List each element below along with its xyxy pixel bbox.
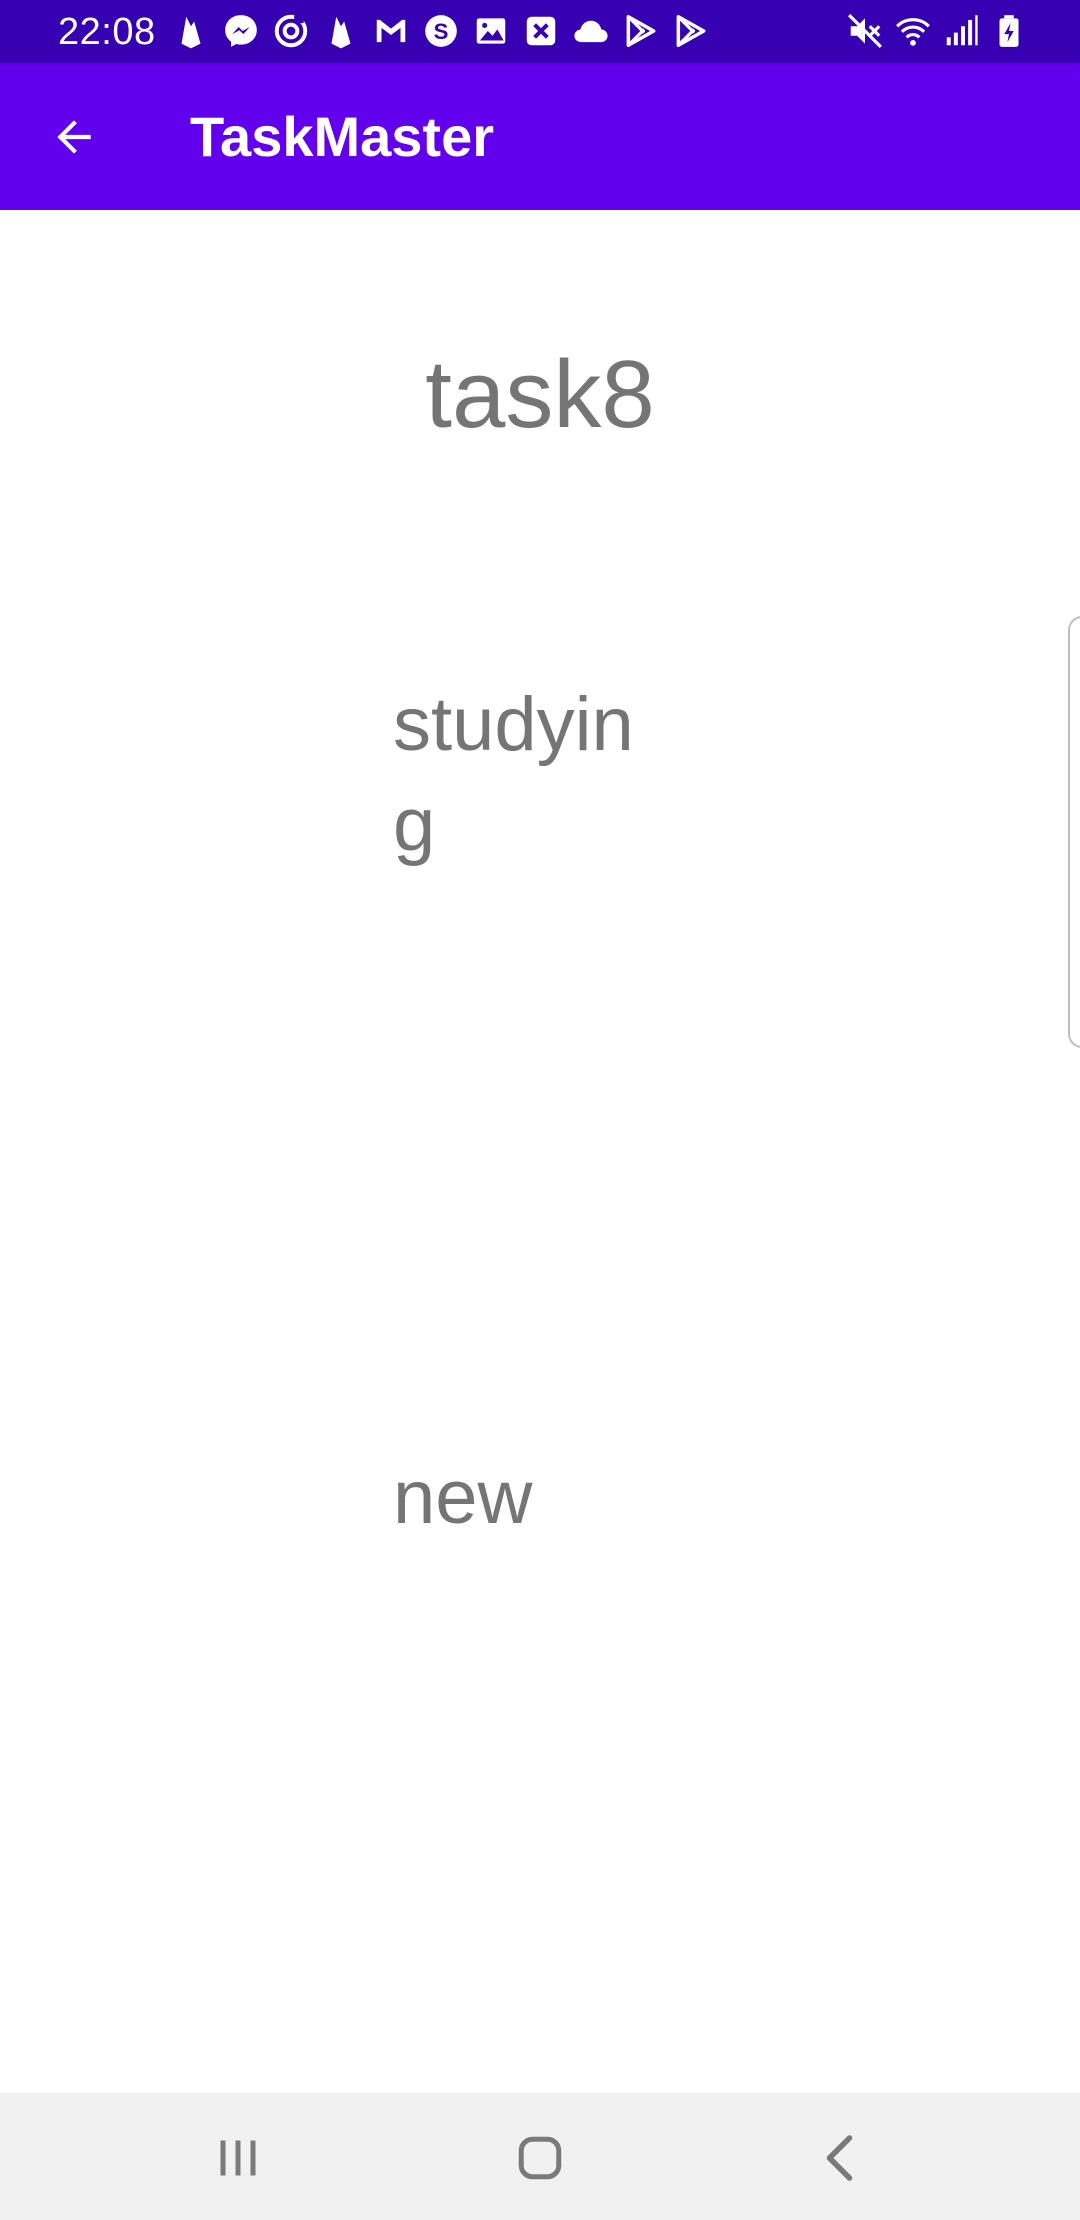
task-body: studying bbox=[393, 682, 634, 867]
nav-back-button[interactable] bbox=[787, 2113, 897, 2203]
app-title: TaskMaster bbox=[190, 105, 495, 168]
edge-panel-handle[interactable] bbox=[1068, 616, 1080, 1048]
home-icon bbox=[518, 2136, 562, 2180]
back-button[interactable] bbox=[30, 93, 118, 181]
home-button[interactable] bbox=[485, 2113, 595, 2203]
sync-icon bbox=[274, 14, 308, 48]
firebase-icon bbox=[181, 16, 201, 49]
battery-charging-icon bbox=[999, 15, 1019, 47]
chevron-left-icon bbox=[826, 2135, 853, 2181]
gallery-icon bbox=[476, 18, 506, 44]
messenger-icon bbox=[225, 15, 257, 47]
signal-icon bbox=[946, 15, 978, 46]
navigation-bar bbox=[0, 2093, 1080, 2220]
app-bar: TaskMaster bbox=[0, 63, 1080, 210]
status-time: 22:08 bbox=[58, 11, 156, 53]
recents-button[interactable] bbox=[183, 2113, 293, 2203]
gmail-icon bbox=[376, 19, 406, 43]
arrow-back-icon bbox=[57, 120, 91, 154]
task-state: new bbox=[393, 1455, 533, 1540]
play-store-icon bbox=[676, 15, 706, 47]
status-bar: 22:08 S bbox=[0, 0, 1080, 63]
wifi-icon bbox=[896, 18, 930, 46]
s-icon: S bbox=[425, 15, 457, 47]
recents-icon bbox=[220, 2140, 256, 2176]
cloud-icon bbox=[574, 20, 608, 43]
mute-icon bbox=[848, 14, 882, 48]
notification-icons: S bbox=[172, 12, 710, 50]
firebase-icon bbox=[331, 16, 351, 49]
play-store-icon bbox=[626, 15, 656, 47]
close-box-icon bbox=[526, 16, 556, 46]
screen: 22:08 S TaskMaster task8 studying new bbox=[0, 0, 1080, 2220]
system-icons bbox=[846, 12, 1028, 50]
svg-text:S: S bbox=[434, 19, 449, 44]
task-title: task8 bbox=[425, 341, 655, 448]
